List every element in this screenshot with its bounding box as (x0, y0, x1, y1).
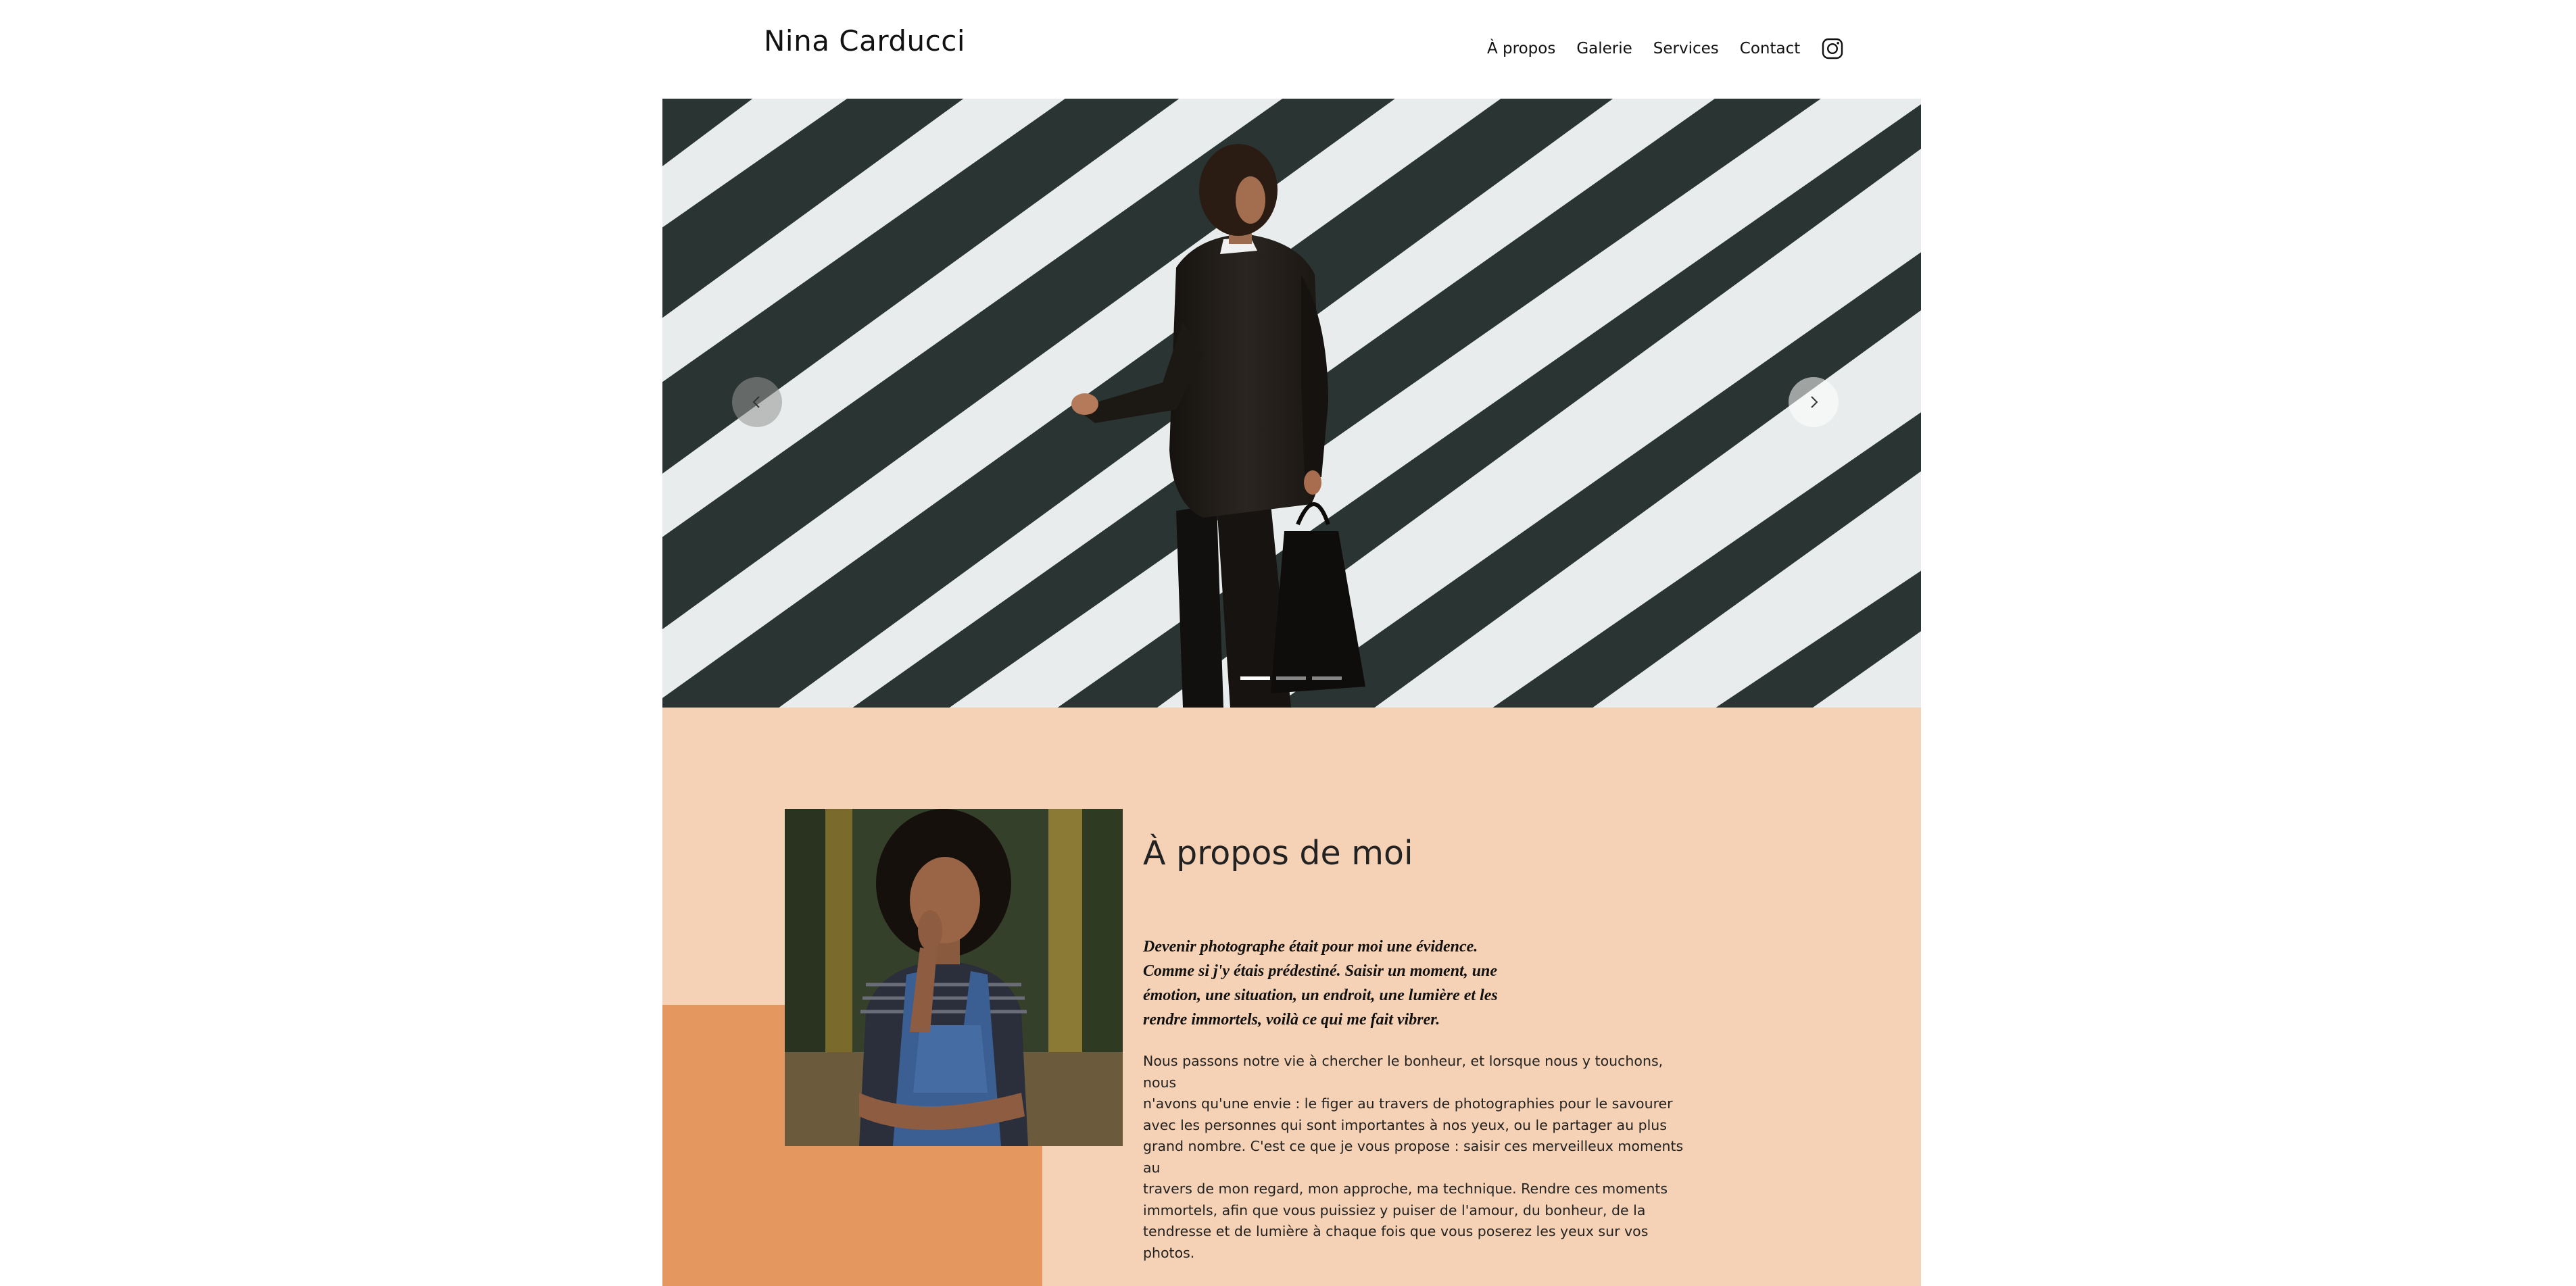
about-body-line: immortels, afin que vous puissiez y puis… (1143, 1202, 1646, 1218)
carousel-indicator-2[interactable] (1276, 676, 1306, 680)
hero-carousel (662, 99, 1921, 708)
about-quote-line: émotion, une situation, un endroit, une … (1143, 987, 1498, 1004)
about-body-line: grand nombre. C'est ce que je vous propo… (1143, 1138, 1684, 1176)
about-body-line: avec les personnes qui sont importantes … (1143, 1116, 1667, 1133)
about-body-text: Nous passons notre vie à chercher le bon… (1143, 1051, 1697, 1264)
about-title: À propos de moi (1143, 834, 1413, 872)
about-body-line: photos. (1143, 1244, 1195, 1261)
carousel-indicator-3[interactable] (1312, 676, 1342, 680)
about-quote-line: Comme si j'y étais prédestiné. Saisir un… (1143, 962, 1498, 980)
about-quote-line: rendre immortels, voilà ce qui me fait v… (1143, 1011, 1440, 1029)
about-section: À propos de moi Devenir photographe étai… (662, 708, 1921, 1286)
hero-image (662, 99, 1921, 708)
carousel-indicators (1240, 676, 1348, 680)
main-nav: À propos Galerie Services Contact (1487, 35, 1844, 62)
portrait-image (785, 809, 1123, 1146)
nav-link-contact[interactable]: Contact (1740, 40, 1800, 57)
about-body-line: Nous passons notre vie à chercher le bon… (1143, 1053, 1663, 1091)
nav-link-services[interactable]: Services (1653, 40, 1719, 57)
chevron-left-icon (752, 396, 760, 408)
instagram-icon[interactable] (1821, 37, 1844, 60)
about-body-line: tendresse et de lumière à chaque fois qu… (1143, 1223, 1649, 1239)
about-quote: Devenir photographe était pour moi une é… (1143, 935, 1549, 1032)
carousel-indicator-1[interactable] (1240, 676, 1270, 680)
nav-link-galerie[interactable]: Galerie (1576, 40, 1632, 57)
site-brand[interactable]: Nina Carducci (764, 24, 965, 57)
carousel-prev-button[interactable] (732, 377, 782, 427)
about-quote-line: Devenir photographe était pour moi une é… (1143, 938, 1478, 956)
about-body-line: n'avons qu'une envie : le figer au trave… (1143, 1095, 1673, 1112)
nav-link-a-propos[interactable]: À propos (1487, 40, 1555, 57)
chevron-right-icon (1811, 396, 1818, 408)
about-portrait (785, 809, 1123, 1146)
site-header: Nina Carducci À propos Galerie Services … (0, 0, 2576, 99)
carousel-next-button[interactable] (1789, 377, 1839, 427)
about-body-line: travers de mon regard, mon approche, ma … (1143, 1181, 1668, 1197)
